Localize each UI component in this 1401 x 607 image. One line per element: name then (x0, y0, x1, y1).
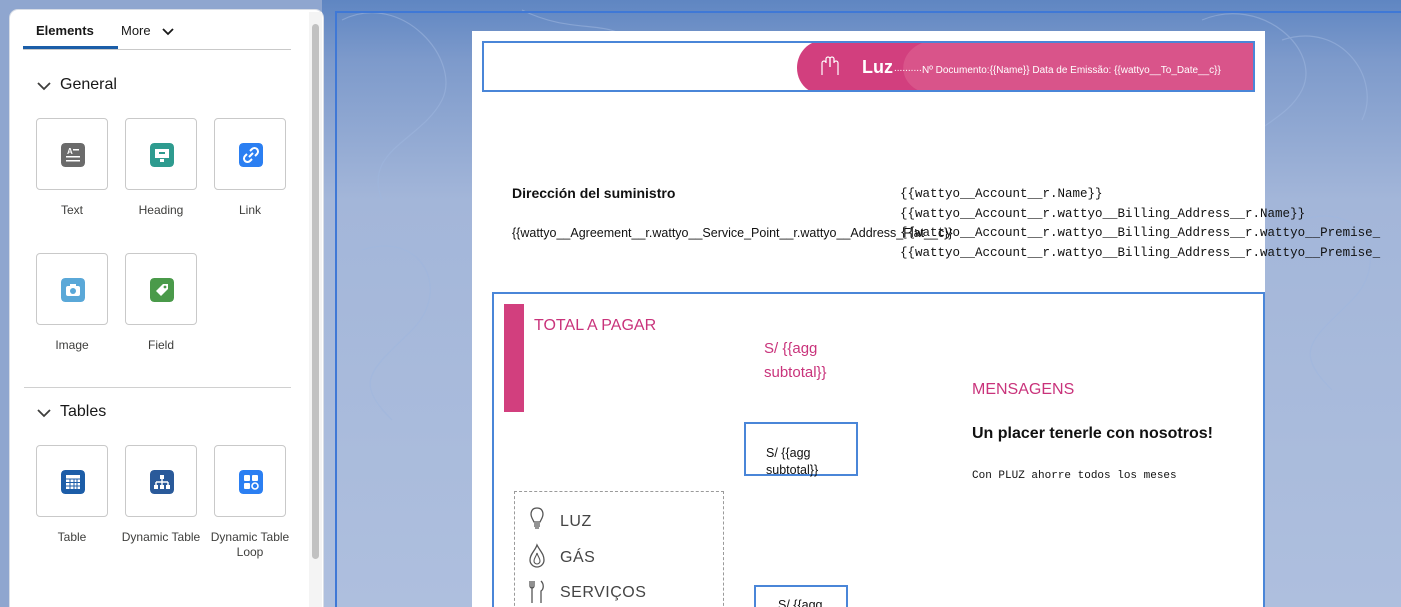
element-label-dynamic-table: Dynamic Table (121, 530, 201, 544)
element-label-text: Text (60, 203, 83, 217)
messages-body[interactable]: Con PLUZ ahorre todos los meses (972, 470, 1177, 482)
chevron-down-icon (37, 409, 51, 418)
svg-text:A: A (67, 147, 73, 156)
element-tile-dynamic-table-loop[interactable] (214, 445, 286, 517)
tools-icon (529, 580, 544, 603)
service-gas: GÁS (560, 549, 596, 566)
panel-scrollbar-thumb[interactable] (312, 24, 319, 559)
supply-address-label[interactable]: Dirección del suministro (512, 185, 675, 201)
element-tile-dynamic-table[interactable] (125, 445, 197, 517)
tab-more[interactable]: More (121, 23, 174, 38)
total-amount[interactable]: S/ {{agg subtotal}} (764, 337, 827, 385)
flame-icon (529, 543, 545, 568)
total-accent-bar (504, 304, 524, 412)
lightbulb-icon (530, 507, 544, 529)
section-tables-toggle[interactable]: Tables (36, 403, 106, 421)
total-amount-line2: subtotal}} (764, 364, 827, 381)
element-tile-table[interactable] (36, 445, 108, 517)
subtotal-box[interactable]: S/ {{agg subtotal}} (744, 422, 858, 477)
service-point-address[interactable]: {{wattyo__Agreement__r.wattyo__Service_P… (512, 226, 953, 240)
panel-tabs: Elements More (23, 10, 291, 50)
chevron-down-icon (162, 28, 174, 36)
active-tab-indicator (23, 46, 118, 49)
link-icon (239, 143, 263, 167)
account-line[interactable]: {{wattyo__Account__r.Name}} (900, 187, 1103, 201)
element-tile-link[interactable] (214, 118, 286, 190)
subtotal-2-line1: S/ {{agg (778, 598, 823, 607)
account-line[interactable]: {{wattyo__Account__r.wattyo__Billing_Add… (900, 246, 1380, 260)
element-label-field: Field (147, 338, 174, 352)
header-block[interactable]: Luz .......... Nº Documento:{{Name}} Dat… (482, 41, 1255, 92)
text-icon: A (61, 143, 85, 167)
section-general-title: General (60, 76, 117, 93)
element-tile-image[interactable] (36, 253, 108, 325)
field-icon (150, 278, 174, 302)
subtotal-line2: subtotal}} (766, 463, 819, 477)
element-tile-field[interactable] (125, 253, 197, 325)
table-icon (61, 470, 85, 494)
section-divider (24, 387, 291, 388)
element-label-link: Link (238, 203, 261, 217)
banner-title: Luz (862, 57, 893, 77)
messages-headline[interactable]: Un placer tenerle con nosotros! (972, 425, 1213, 443)
banner-doc-info: Nº Documento:{{Name}} Data de Emissão: {… (922, 65, 1221, 76)
service-servicos: SERVIÇOS (560, 584, 647, 601)
element-tile-text[interactable]: A (36, 118, 108, 190)
dynamic-table-icon (150, 470, 174, 494)
heading-icon (150, 143, 174, 167)
messages-title: MENSAGENS (972, 381, 1075, 398)
image-icon (61, 278, 85, 302)
element-label-table: Table (57, 530, 87, 544)
element-label-dynamic-table-loop: Dynamic Table Loop (210, 530, 290, 559)
total-amount-line1: S/ {{agg (764, 340, 818, 357)
subtotal-box-2[interactable]: S/ {{agg (754, 585, 848, 607)
tab-more-label: More (121, 23, 151, 38)
elements-panel: Elements More General A Text Heading Lin… (10, 10, 323, 607)
banner-dots: .......... (894, 63, 922, 74)
service-luz: LUZ (560, 513, 592, 530)
tab-elements[interactable]: Elements (36, 23, 94, 38)
element-tile-heading[interactable] (125, 118, 197, 190)
hands-icon (821, 56, 839, 75)
section-general-toggle[interactable]: General (36, 76, 117, 94)
chevron-down-icon (37, 82, 51, 91)
section-tables-title: Tables (60, 403, 107, 420)
element-label-heading: Heading (138, 203, 184, 217)
subtotal-line1: S/ {{agg (766, 446, 811, 460)
account-line[interactable]: {{wattyo__Account__r.wattyo__Billing_Add… (900, 226, 1380, 240)
total-label: TOTAL A PAGAR (534, 317, 657, 334)
dynamic-table-loop-icon (239, 470, 263, 494)
account-line[interactable]: {{wattyo__Account__r.wattyo__Billing_Add… (900, 207, 1305, 221)
element-label-image: Image (55, 338, 89, 352)
